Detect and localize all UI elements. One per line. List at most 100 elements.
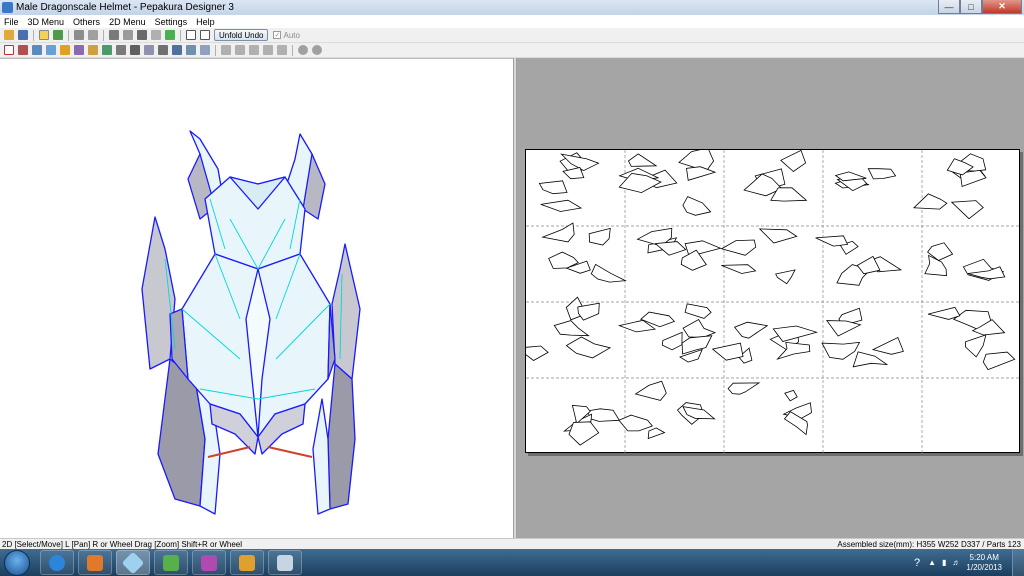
pattern-piece[interactable] (516, 345, 549, 361)
fold-icon[interactable] (102, 45, 112, 55)
show-hidden-icon[interactable]: ▲ (928, 558, 936, 567)
text-icon[interactable] (172, 45, 182, 55)
pattern-piece[interactable] (634, 380, 667, 401)
pattern-piece[interactable] (647, 427, 666, 440)
pattern-piece[interactable] (565, 336, 612, 359)
flip-icon[interactable] (74, 45, 84, 55)
3d-view[interactable] (0, 58, 513, 538)
menu-settings[interactable]: Settings (151, 17, 193, 27)
copy-icon[interactable] (151, 30, 161, 40)
pattern-piece[interactable] (720, 239, 757, 256)
pattern-piece[interactable] (950, 200, 984, 220)
cut-icon[interactable] (123, 30, 133, 40)
pattern-piece[interactable] (588, 227, 611, 246)
pattern-piece[interactable] (684, 303, 712, 319)
panel-icon[interactable] (200, 30, 210, 40)
volume-icon[interactable]: ♬ (952, 558, 960, 567)
pattern-piece[interactable] (627, 153, 658, 167)
join-icon[interactable] (18, 45, 28, 55)
menu-2d[interactable]: 2D Menu (105, 17, 151, 27)
pattern-piece[interactable] (721, 264, 757, 274)
pattern-piece[interactable] (568, 421, 600, 446)
open-icon[interactable] (4, 30, 14, 40)
grid-icon[interactable] (200, 45, 210, 55)
redo-icon[interactable] (88, 30, 98, 40)
align-right-icon[interactable] (249, 45, 259, 55)
taskbar-notepad[interactable] (154, 550, 188, 575)
pattern-piece[interactable] (682, 318, 717, 338)
pattern-piece[interactable] (784, 389, 798, 402)
clock[interactable]: 5:20 AM 1/20/2013 (966, 553, 1002, 573)
align-bottom-icon[interactable] (277, 45, 287, 55)
align-left-icon[interactable] (221, 45, 231, 55)
align-top-icon[interactable] (263, 45, 273, 55)
edit-icon[interactable] (109, 30, 119, 40)
zoom-icon[interactable] (298, 45, 308, 55)
rotate-icon[interactable] (32, 45, 42, 55)
pattern-piece[interactable] (867, 168, 897, 180)
pattern-piece[interactable] (590, 263, 627, 283)
save-icon[interactable] (18, 30, 28, 40)
refresh-icon[interactable] (312, 45, 322, 55)
pattern-piece[interactable] (758, 228, 798, 244)
undo-icon[interactable] (74, 30, 84, 40)
pattern-piece[interactable] (912, 193, 948, 210)
taskbar-blender[interactable] (78, 550, 112, 575)
pattern-piece[interactable] (780, 149, 807, 173)
taskbar-ie[interactable] (40, 550, 74, 575)
network-icon[interactable]: ▮ (942, 558, 946, 567)
line-icon[interactable] (144, 45, 154, 55)
unfold-undo-button[interactable]: Unfold Undo (214, 29, 269, 41)
image-icon[interactable] (186, 45, 196, 55)
select-icon[interactable] (4, 45, 14, 55)
taskbar-paint[interactable] (230, 550, 264, 575)
pattern-piece[interactable] (852, 351, 889, 368)
scissors-icon[interactable] (116, 45, 126, 55)
align-center-icon[interactable] (235, 45, 245, 55)
tree-icon[interactable] (165, 30, 175, 40)
pattern-piece[interactable] (982, 351, 1016, 371)
minimize-button[interactable]: — (938, 0, 960, 14)
help-icon[interactable]: ? (914, 557, 920, 569)
number-icon[interactable] (158, 45, 168, 55)
pattern-piece[interactable] (661, 331, 683, 351)
pattern-piece[interactable] (815, 235, 849, 247)
pattern-piece[interactable] (727, 382, 761, 395)
pattern-piece[interactable] (775, 269, 796, 285)
pattern-piece[interactable] (733, 321, 769, 339)
anchor-icon[interactable] (137, 30, 147, 40)
pattern-piece[interactable] (553, 320, 590, 337)
glue-icon[interactable] (130, 45, 140, 55)
pattern-piece[interactable] (871, 336, 904, 355)
menu-others[interactable]: Others (69, 17, 105, 27)
start-button[interactable] (4, 550, 30, 576)
pattern-piece[interactable] (965, 334, 987, 358)
flap-icon[interactable] (60, 45, 70, 55)
maximize-button[interactable]: □ (960, 0, 982, 14)
texture-icon[interactable] (53, 30, 63, 40)
pattern-piece[interactable] (825, 320, 862, 337)
pattern-piece[interactable] (821, 341, 861, 360)
menu-help[interactable]: Help (192, 17, 220, 27)
taskbar-calculator[interactable] (268, 550, 302, 575)
pattern-piece[interactable] (618, 414, 653, 432)
taskbar-games[interactable] (192, 550, 226, 575)
pattern-piece[interactable] (711, 342, 744, 361)
menu-3d[interactable]: 3D Menu (24, 17, 70, 27)
auto-label: Auto (283, 30, 300, 40)
pattern-piece[interactable] (927, 306, 961, 320)
unfold-icon[interactable] (39, 30, 49, 40)
taskbar-pepakura[interactable] (116, 550, 150, 575)
auto-checkbox[interactable]: ✓ Auto (273, 30, 300, 40)
show-desktop-button[interactable] (1012, 549, 1024, 576)
pattern-piece[interactable] (682, 196, 712, 216)
pattern-piece[interactable] (538, 180, 568, 195)
move-icon[interactable] (46, 45, 56, 55)
close-button[interactable]: ✕ (982, 0, 1022, 14)
menu-file[interactable]: File (0, 17, 24, 27)
window-icon[interactable] (186, 30, 196, 40)
pattern-piece[interactable] (586, 408, 620, 422)
page-icon[interactable] (88, 45, 98, 55)
pattern-piece[interactable] (686, 166, 717, 181)
pattern-piece[interactable] (540, 199, 583, 212)
